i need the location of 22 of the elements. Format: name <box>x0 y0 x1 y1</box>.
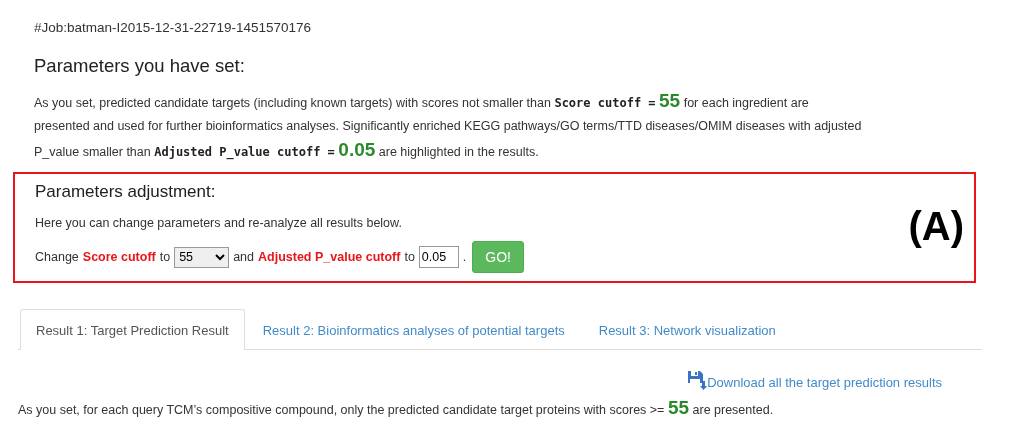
download-link[interactable]: Download all the target prediction results <box>687 370 942 390</box>
label-text: Change <box>35 250 79 264</box>
parameters-paragraph: As you set, predicted candidate targets (including known targets) with scores not smaller than Score cutoff = 55 for each ingredient are presented and used for further bioinformatics analyses. Significantly enriched KEGG pathways/GO terms/TTD diseases/OMIM diseases with adjusted P_value smaller than Adjusted P_value cutoff = 0.05 are highlighted in the results. <box>34 89 863 162</box>
instruction-text: Here you can change parameters and re-analyze all results below. <box>35 215 402 232</box>
pvalue-field[interactable]: 0.05 <box>418 246 459 268</box>
annotation-label: (A) <box>908 204 964 249</box>
section-heading: Parameters adjustment: <box>35 182 217 202</box>
job-id: #Job:batman-I2015-12-31-22719-1451570176 <box>34 20 312 35</box>
result-tab[interactable]: Result 2: Bioinformatics analyses of potential targets <box>246 309 581 350</box>
result-note: As you set, for each query TCM’s compositive compound, only the predicted candidate target proteins with scores >= 55 are presented. <box>18 396 775 420</box>
label-text: and <box>233 250 255 264</box>
section-heading: Parameters you have set: <box>34 55 246 77</box>
label-text: . <box>462 250 467 264</box>
go-button[interactable]: GO! <box>472 241 524 273</box>
save-icon <box>687 370 708 390</box>
parameter-name: Score cutoff <box>82 250 156 264</box>
parameter-name: Adjusted P_value cutoff <box>258 250 401 264</box>
score-dropdown[interactable]: 55 <box>174 246 230 268</box>
result-tab[interactable]: Result 1: Target Prediction Result <box>20 309 245 350</box>
label-text: to <box>404 250 415 264</box>
result-tab[interactable]: Result 3: Network visualization <box>582 309 792 350</box>
label-text: to <box>159 250 171 264</box>
